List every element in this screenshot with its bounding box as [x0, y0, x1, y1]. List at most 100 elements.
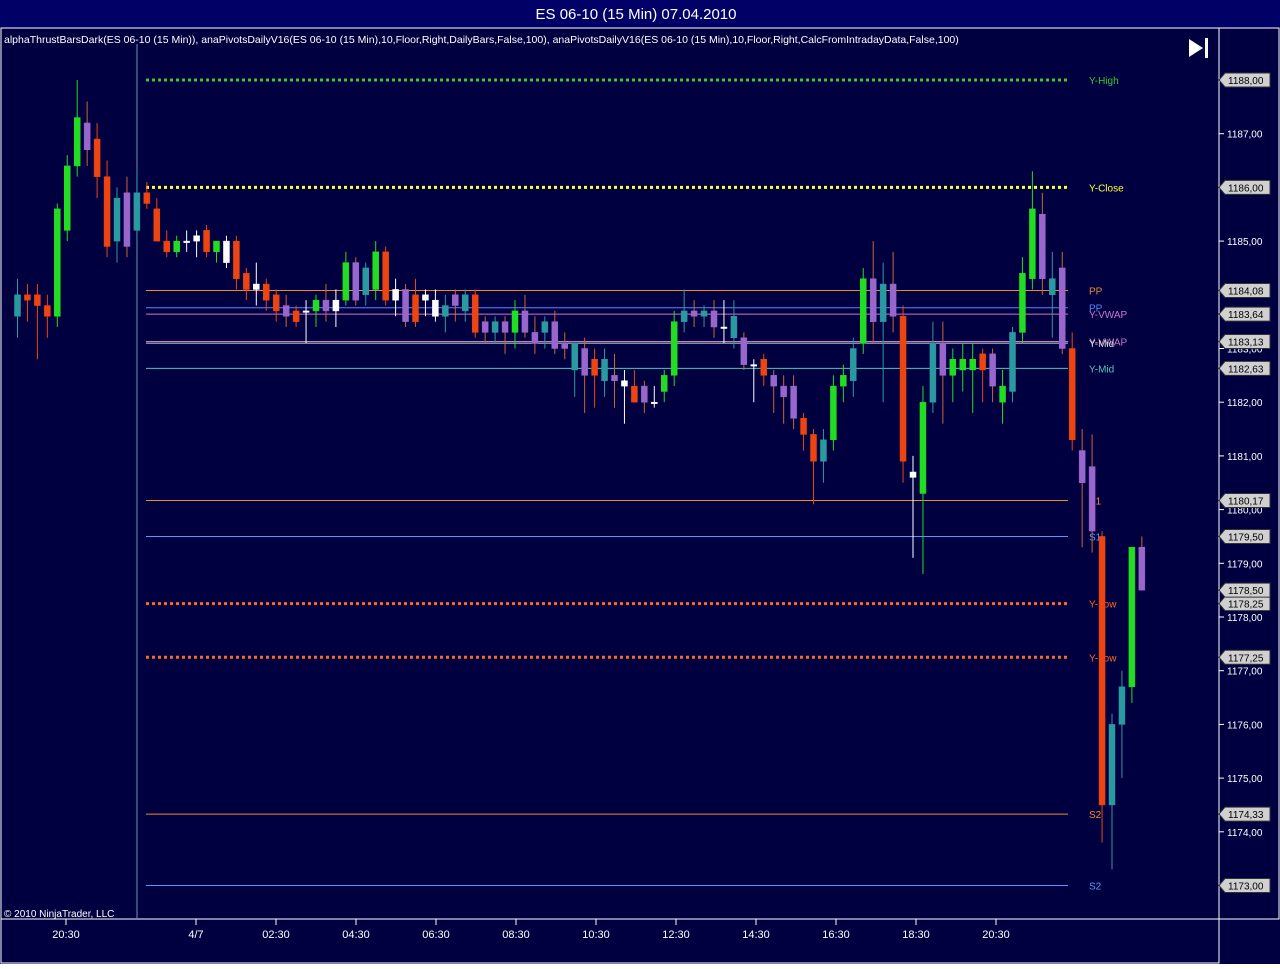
pivot-label-y-vwap: Y-VWAP: [1089, 310, 1127, 321]
chart-svg: ES 06-10 (15 Min) 07.04.2010 alphaThrust…: [0, 0, 1280, 964]
candle-body: [133, 192, 141, 231]
candle-body: [661, 375, 668, 392]
y-tick-label: 1177,00: [1227, 667, 1263, 678]
pivot-label-y-mid: Y-Mid: [1089, 364, 1114, 375]
price-tag-label: 1183,13: [1228, 338, 1264, 349]
candle-body: [730, 316, 738, 339]
candle-body: [720, 326, 728, 329]
candle-body: [979, 353, 986, 371]
candle-body: [292, 310, 300, 322]
candle-body: [770, 375, 777, 387]
candle-body: [422, 294, 429, 301]
pivot-label-pp: PP: [1089, 287, 1103, 298]
candle-body: [501, 321, 509, 333]
candle-body: [840, 375, 847, 387]
x-tick-label: 16:30: [822, 929, 850, 941]
candle-body: [322, 299, 330, 312]
x-tick-label: 10:30: [582, 929, 610, 941]
candle-body: [432, 299, 439, 317]
candle-body: [243, 273, 250, 290]
candle-body: [193, 235, 200, 242]
candle-body: [352, 262, 360, 301]
x-tick-label: 14:30: [742, 929, 770, 941]
candle-body: [412, 294, 419, 322]
price-tag-label: 1182,63: [1228, 364, 1264, 375]
candle-body: [969, 358, 976, 371]
x-tick-label: 4/7: [188, 929, 203, 941]
price-tag-label: 1188,00: [1228, 76, 1264, 87]
plot-area[interactable]: [0, 27, 1220, 920]
price-axis-panel[interactable]: [1218, 27, 1280, 920]
candle-body: [263, 283, 270, 301]
candle-body: [929, 342, 937, 403]
candle-body: [621, 380, 628, 387]
candle-body: [680, 310, 688, 322]
time-axis-panel[interactable]: [0, 918, 1220, 964]
candle-body: [899, 316, 907, 462]
pivot-label-s2: S2: [1089, 810, 1102, 821]
candle-body: [442, 305, 449, 317]
candle-body: [183, 240, 190, 243]
price-tag-label: 1179,50: [1228, 532, 1264, 543]
candle-body: [372, 251, 379, 290]
candle-body: [153, 208, 161, 242]
skip-to-end-icon-bar: [1205, 38, 1208, 58]
candle-body: [233, 240, 240, 279]
candle-body: [830, 385, 837, 441]
indicator-caption: alphaThrustBarsDark(ES 06-10 (15 Min)), …: [4, 34, 959, 46]
chart-window: ES 06-10 (15 Min) 07.04.2010 alphaThrust…: [0, 0, 1280, 964]
candle-body: [1049, 278, 1056, 296]
candle-body: [800, 418, 807, 435]
candle-body: [651, 401, 658, 404]
price-tag-label: 1173,00: [1228, 882, 1264, 893]
candle-body: [760, 358, 767, 376]
candle-body: [850, 348, 857, 381]
candle-body: [591, 358, 598, 376]
candle-body: [889, 283, 897, 317]
candle-body: [700, 310, 708, 317]
candle-body: [24, 294, 31, 301]
candle-body: [392, 289, 399, 301]
candle-body: [1029, 208, 1036, 279]
candle-body: [44, 305, 51, 317]
candle-body: [1019, 273, 1026, 333]
price-tag-label: 1180,17: [1228, 496, 1264, 507]
candle-body: [382, 251, 389, 301]
y-tick-label: 1185,00: [1227, 237, 1263, 248]
candle-body: [1039, 214, 1046, 279]
candle-body: [1138, 546, 1146, 591]
y-tick-label: 1179,00: [1227, 559, 1263, 570]
candle-body: [302, 310, 310, 313]
candle-body: [879, 283, 887, 322]
price-tag-label: 1184,08: [1228, 287, 1264, 298]
candle-body: [143, 192, 151, 204]
candle-body: [253, 283, 260, 290]
candle-body: [163, 240, 170, 253]
candle-body: [1108, 724, 1116, 806]
candle-body: [531, 332, 539, 344]
candle-body: [780, 385, 787, 398]
price-tag-label: 1177,25: [1228, 653, 1264, 664]
candle-body: [601, 358, 608, 381]
price-tag-label: 1183,64: [1228, 310, 1264, 321]
candle-body: [581, 348, 588, 376]
candle-body: [362, 267, 369, 296]
candle-body: [989, 353, 996, 387]
candle-body: [113, 197, 121, 242]
copyright-text: © 2010 NinjaTrader, LLC: [4, 909, 114, 920]
candle-body: [14, 294, 21, 317]
pivot-label-y-mid: Y-Mid: [1089, 339, 1114, 350]
x-tick-label: 06:30: [422, 929, 450, 941]
price-tag-label: 1178,50: [1228, 586, 1264, 597]
price-tag-label: 1178,25: [1228, 600, 1264, 611]
x-tick-label: 20:30: [52, 929, 80, 941]
candle-body: [1078, 450, 1086, 483]
pivot-label-s2: S2: [1089, 882, 1102, 893]
candle-body: [551, 321, 559, 349]
candle-body: [223, 240, 230, 263]
candle-body: [1059, 267, 1066, 349]
y-tick-label: 1175,00: [1227, 774, 1263, 785]
candle-body: [402, 289, 409, 322]
candle-body: [1128, 546, 1136, 688]
candle-body: [690, 310, 698, 317]
